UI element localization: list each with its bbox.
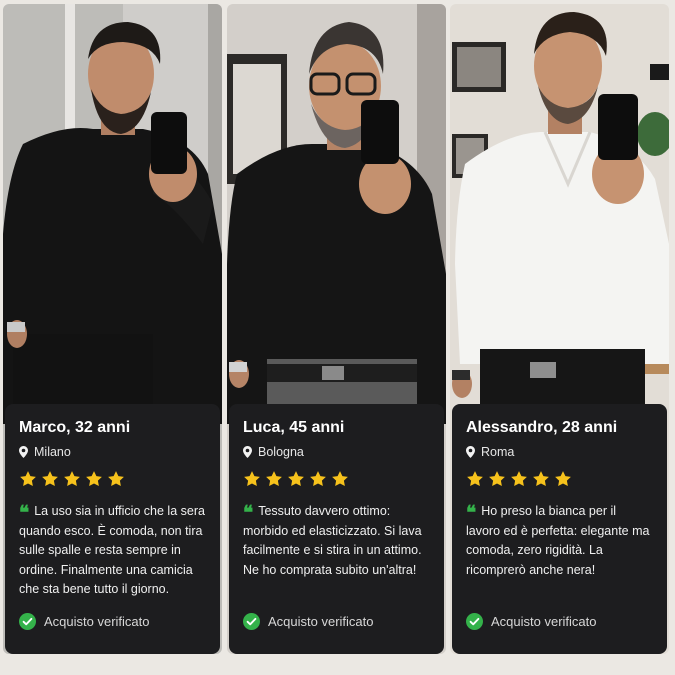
review-text: Ho preso la bianca per il lavoro ed è pe… [466,504,650,577]
review-panel-3: Alessandro, 28 anni Roma ❝ Ho preso la bi… [450,4,669,654]
verified-label: Acquisto verificato [491,614,597,629]
star-icon [64,471,80,487]
star-icon [288,471,304,487]
reviewer-location: Milano [19,444,206,460]
check-circle-icon [243,613,260,630]
star-icon [20,471,36,487]
review-text: Tessuto davvero ottimo: morbido ed elast… [243,504,422,577]
location-pin-icon [466,446,475,458]
verified-purchase-badge: Acquisto verificato [243,613,374,630]
reviewer-name: Alessandro, 28 anni [466,419,618,436]
quote-icon: ❝ [19,502,30,524]
star-icon [555,471,571,487]
review-card-2: Luca, 45 anni Bologna ❝ Tessuto davvero o… [229,404,444,654]
star-icon [42,471,58,487]
review-card-3: Alessandro, 28 anni Roma ❝ Ho preso la bi… [452,404,667,654]
reviewer-location: Bologna [243,444,430,460]
rating-stars [466,470,653,488]
rating-stars [243,470,430,488]
star-icon [511,471,527,487]
quote-icon: ❝ [243,502,254,524]
star-icon [310,471,326,487]
verified-label: Acquisto verificato [268,614,374,629]
star-icon [489,471,505,487]
verified-purchase-badge: Acquisto verificato [19,613,150,630]
location-pin-icon [19,446,28,458]
verified-purchase-badge: Acquisto verificato [466,613,597,630]
reviewer-name: Luca, 45 anni [243,419,345,436]
reviewer-name: Marco, 32 anni [19,419,131,436]
star-icon [266,471,282,487]
star-icon [533,471,549,487]
review-panel-1: Marco, 32 anni Milano ❝ La uso sia in uff… [3,4,222,654]
location-text: Bologna [258,445,304,459]
verified-label: Acquisto verificato [44,614,150,629]
rating-stars [19,470,206,488]
star-icon [467,471,483,487]
review-panel-2: Luca, 45 anni Bologna ❝ Tessuto davvero o… [227,4,446,654]
location-text: Milano [34,445,71,459]
check-circle-icon [19,613,36,630]
quote-icon: ❝ [466,502,477,524]
location-text: Roma [481,445,515,459]
reviewer-location: Roma [466,444,653,460]
star-icon [244,471,260,487]
star-icon [108,471,124,487]
review-quote: ❝ La uso sia in ufficio che la sera quand… [19,502,206,600]
review-card-1: Marco, 32 anni Milano ❝ La uso sia in uff… [5,404,220,654]
check-circle-icon [466,613,483,630]
review-quote: ❝ Ho preso la bianca per il lavoro ed è p… [466,502,653,580]
star-icon [86,471,102,487]
review-text: La uso sia in ufficio che la sera quando… [19,504,205,596]
location-pin-icon [243,446,252,458]
review-quote: ❝ Tessuto davvero ottimo: morbido ed elas… [243,502,430,580]
star-icon [332,471,348,487]
